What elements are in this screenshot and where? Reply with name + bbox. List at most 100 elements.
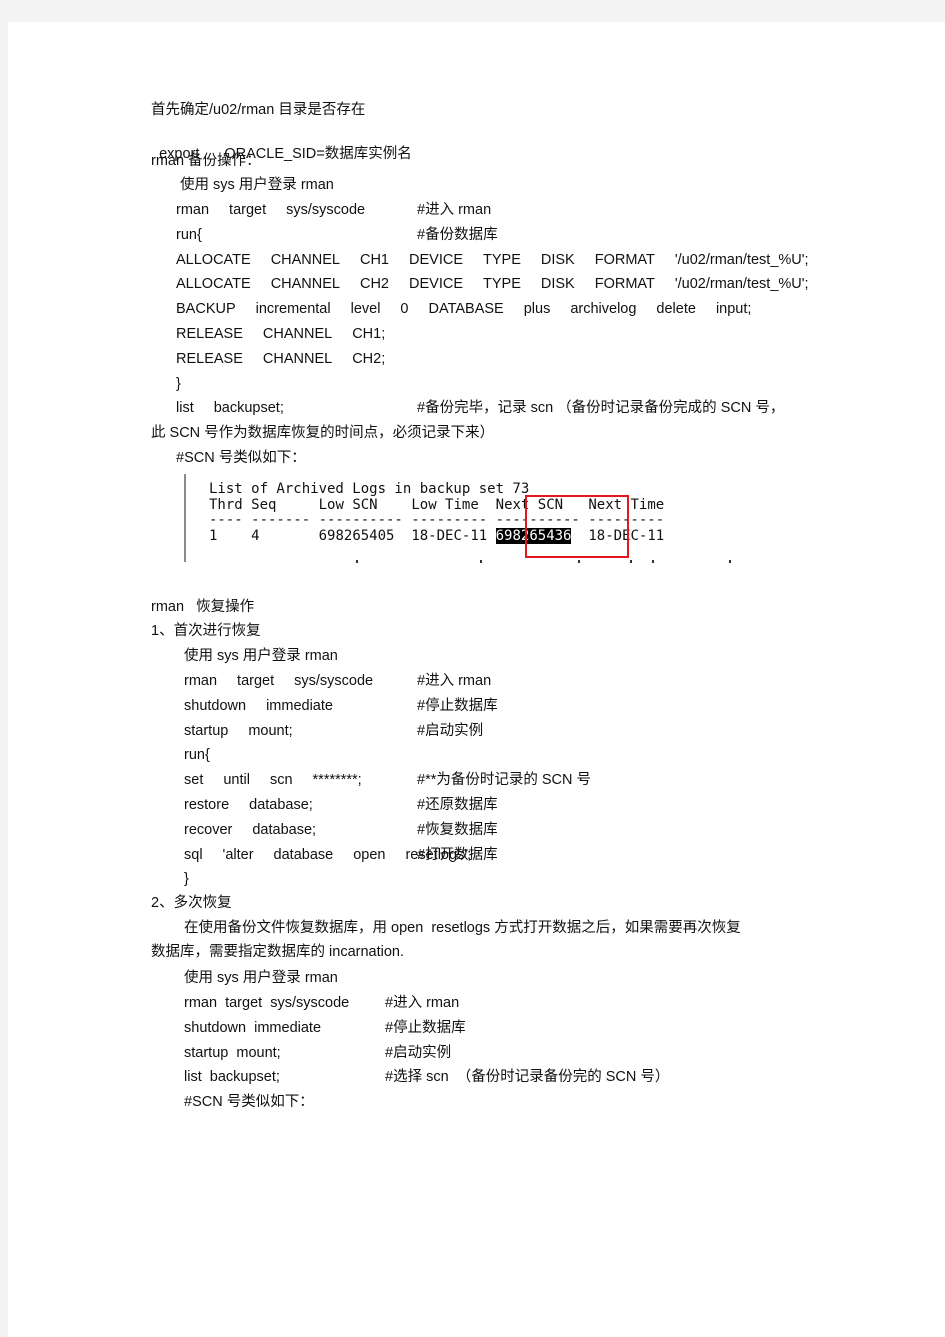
restore2-code-comment: #进入 rman <box>385 995 460 1011</box>
restore1-code-line: } <box>184 870 189 888</box>
cell-thrd: 1 <box>209 528 218 544</box>
restore1-code-comment: #打开数据库 <box>417 846 498 863</box>
code-token: 'alter <box>222 846 254 863</box>
code-token: delete <box>656 301 696 318</box>
code-token: set <box>184 772 204 789</box>
restore2-login-note: 使用 sys 用户登录 rman <box>184 970 338 986</box>
code-token: } <box>176 375 181 392</box>
code-token: plus <box>523 301 551 318</box>
backup-comment-wrap: 此 SCN 号作为数据库恢复的时间点，必须记录下来） <box>151 425 495 441</box>
code-token: incremental <box>255 301 331 318</box>
code-token: run{ <box>184 747 210 764</box>
code-token: rman <box>176 202 210 218</box>
code-token: list <box>176 400 194 417</box>
code-token: RELEASE <box>176 326 243 342</box>
code-token: 0 <box>400 301 409 318</box>
code-token: CH1 <box>359 251 389 268</box>
code-token: TYPE <box>483 276 521 293</box>
code-token: startup mount; <box>184 1044 281 1061</box>
header-low-time: Low Time <box>411 497 479 513</box>
code-token: sys/syscode <box>286 202 366 218</box>
backup-code-line: rman target sys/syscode <box>176 201 365 219</box>
restore-section-title: rman 恢复操作 <box>151 599 255 615</box>
backup-code-line: ALLOCATE CHANNEL CH1 DEVICE TYPE DISK FORMAT '/… <box>176 251 809 269</box>
terminal-title: List of Archived Logs in backup set 73 <box>209 481 530 497</box>
cut-off-glyph <box>356 560 358 563</box>
backup-code-line: list backupset; <box>176 399 284 417</box>
code-token: startup <box>184 722 229 739</box>
header-low-scn: Low SCN <box>318 497 378 513</box>
code-token: recover <box>184 821 233 838</box>
cut-off-glyph <box>578 560 580 563</box>
restore2-code-line: shutdown immediate <box>184 1019 321 1037</box>
restore1-code-comment: #启动实例 <box>417 722 484 739</box>
code-token: database <box>273 846 334 863</box>
code-token: ********; <box>312 772 362 789</box>
code-token: CHANNEL <box>262 350 333 367</box>
cut-off-glyph <box>630 560 632 563</box>
restore1-code-line: startup mount; <box>184 722 293 740</box>
code-token: sys/syscode <box>294 673 374 689</box>
code-token: '/u02/rman/test_%U'; <box>674 251 809 268</box>
header-seq: Seq <box>251 497 277 513</box>
intro-line-check-dir: 首先确定/u02/rman 目录是否存在 <box>151 102 366 118</box>
code-token: CH2 <box>359 276 389 293</box>
code-token: list backupset; <box>184 1069 280 1086</box>
code-token: RELEASE <box>176 350 243 367</box>
restore-section1-heading: 1、首次进行恢复 <box>151 623 261 639</box>
restore2-code-comment: #停止数据库 <box>385 1019 466 1036</box>
backup-login-note: 使用 sys 用户登录 rman <box>180 177 334 193</box>
code-token: FORMAT <box>594 251 655 268</box>
restore1-code-line: rman target sys/syscode <box>184 672 373 690</box>
code-token: shutdown <box>184 697 247 714</box>
restore2-paragraph-line1: 在使用备份文件恢复数据库，用 open resetlogs 方式打开数据之后，如… <box>184 920 741 936</box>
restore1-code-line: recover database; <box>184 821 316 839</box>
cut-off-glyph <box>480 560 482 563</box>
restore1-code-line: set until scn ********; <box>184 771 362 789</box>
code-token: } <box>184 871 189 888</box>
cut-off-glyph <box>652 560 654 563</box>
code-token: backupset; <box>213 400 284 417</box>
code-token: shutdown immediate <box>184 1019 322 1036</box>
backup-code-comment: #进入 rman <box>417 202 492 218</box>
code-token: mount; <box>248 722 293 739</box>
code-token: ALLOCATE <box>176 251 251 268</box>
scn-example-screenshot: List of Archived Logs in backup set 73 T… <box>178 474 734 564</box>
restore-section2-heading: 2、多次恢复 <box>151 895 232 911</box>
backup-code-line: RELEASE CHANNEL CH2; <box>176 350 385 368</box>
restore2-code-comment: #启动实例 <box>385 1044 452 1061</box>
code-token: CHANNEL <box>262 326 333 342</box>
code-token: input; <box>715 301 752 318</box>
backup-code-line: } <box>176 375 181 393</box>
restore1-code-comment: #**为备份时记录的 SCN 号 <box>417 772 592 789</box>
code-token: open <box>353 846 386 863</box>
code-token: archivelog <box>570 301 637 318</box>
screenshot-left-border <box>184 474 186 562</box>
code-token: target <box>229 202 267 218</box>
header-thrd: Thrd <box>209 497 243 513</box>
backup-code-comment: #备份数据库 <box>417 226 498 243</box>
code-token: DEVICE <box>409 251 463 268</box>
code-token: sql <box>184 846 203 863</box>
backup-code-line: RELEASE CHANNEL CH1; <box>176 325 385 343</box>
restore1-code-comment: #进入 rman <box>417 673 492 689</box>
backup-code-line: ALLOCATE CHANNEL CH2 DEVICE TYPE DISK FORMAT '/… <box>176 275 809 293</box>
code-token: immediate <box>266 697 333 714</box>
cut-off-glyph <box>729 560 731 563</box>
code-token: ALLOCATE <box>176 276 251 293</box>
backup-code-line: BACKUP incremental level 0 DATABASE plus archi… <box>176 300 751 318</box>
code-token: '/u02/rman/test_%U'; <box>674 276 809 293</box>
code-token: DEVICE <box>409 276 463 293</box>
cell-seq: 4 <box>251 528 260 544</box>
code-token: TYPE <box>483 251 521 268</box>
restore2-code-comment: #选择 scn （备份时记录备份完的 SCN 号） <box>385 1069 670 1086</box>
next-scn-highlight-box <box>525 495 629 558</box>
cell-low-time: 18-DEC-11 <box>411 528 488 544</box>
backup-scn-note: #SCN 号类似如下： <box>176 450 306 466</box>
code-token: restore <box>184 797 230 813</box>
backup-code-comment: #备份完毕，记录 scn （备份时记录备份完成的 SCN 号， <box>417 400 785 417</box>
cell-low-scn: 698265405 <box>318 528 395 544</box>
code-token: CH2; <box>352 350 386 367</box>
restore1-code-line: run{ <box>184 746 210 764</box>
code-token: DATABASE <box>428 301 504 318</box>
